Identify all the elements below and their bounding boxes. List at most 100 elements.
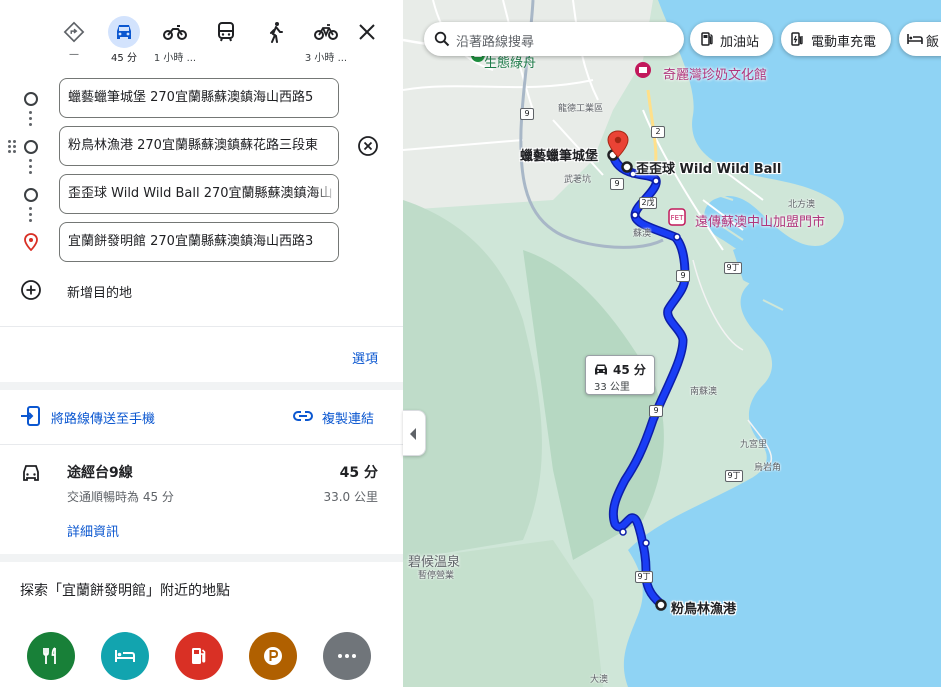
route-vertex: [673, 233, 681, 241]
close-icon: [359, 24, 375, 40]
road-shield: 9: [676, 270, 690, 282]
chip-ev-charging-label: 電動車充電: [811, 35, 877, 50]
waypoint-input[interactable]: 歪歪球 Wild Wild Ball 270宜蘭縣蘇澳鎮海山: [59, 174, 339, 214]
map-label-chimei[interactable]: 奇麗灣珍奶文化館: [663, 64, 767, 83]
parking-icon: [264, 647, 282, 665]
mode-best-label: —: [69, 49, 79, 60]
waypoint-circle-icon: [24, 92, 38, 106]
waypoint-input[interactable]: 蠟藝蠟筆城堡 270宜蘭縣蘇澳鎮海山西路5: [59, 78, 339, 118]
road-shield: 2: [651, 126, 665, 138]
waypoint-input[interactable]: 宜蘭餅發明館 270宜蘭縣蘇澳鎮海山西路3: [59, 222, 339, 262]
motorcycle-icon: [159, 16, 191, 48]
mode-cycling[interactable]: 3 小時 ...: [304, 12, 348, 64]
map-label-north-suao: 北方澳: [788, 200, 816, 210]
map-label-wild-ball[interactable]: 歪歪球 Wild Wild Ball: [636, 158, 781, 177]
route-vertex: [642, 539, 650, 547]
copy-link-button[interactable]: 複製連結: [292, 404, 402, 428]
waypoint-input[interactable]: 粉鳥林漁港 270宜蘭縣蘇澳鎮蘇花路三段東: [59, 126, 339, 166]
map-base: FET: [403, 0, 941, 687]
drag-handle-icon[interactable]: [8, 140, 18, 154]
walking-icon: [260, 16, 292, 48]
mode-best[interactable]: —: [52, 12, 96, 64]
mode-motorcycle-label: 1 小時 ...: [153, 53, 197, 64]
road-shield: 2戊: [639, 197, 657, 209]
close-directions-button[interactable]: [355, 20, 379, 44]
section-separator: [0, 554, 403, 562]
fenniao-stop-marker[interactable]: [655, 599, 667, 611]
route-vertex: [619, 528, 627, 536]
remove-waypoint-button[interactable]: [356, 134, 380, 158]
travel-mode-bar: — 45 分 1 小時 ... 3 小時 ...: [52, 12, 392, 68]
waypoint-row: 宜蘭餅發明館 270宜蘭縣蘇澳鎮海山西路3: [0, 222, 403, 266]
wild-ball-stop-marker[interactable]: [621, 161, 633, 173]
search-placeholder: 沿著路線搜尋: [456, 35, 535, 50]
map-label-far-eastern[interactable]: 遠傳蘇澳中山加盟門市: [695, 211, 825, 230]
category-restaurants-button[interactable]: [27, 632, 75, 680]
route-duration: 45 分: [339, 465, 378, 481]
route-duration-callout[interactable]: 45 分 33 公里: [585, 355, 655, 395]
gas-station-icon: [192, 648, 206, 664]
section-separator: [0, 382, 403, 390]
map-label-fenniao[interactable]: 粉鳥林漁港: [671, 598, 736, 617]
hotel-icon: [907, 34, 923, 44]
map-label-longde: 龍德工業區: [558, 104, 604, 114]
car-icon: [108, 16, 140, 48]
map-label-castle[interactable]: 蠟藝蠟筆城堡: [520, 145, 598, 164]
map-label-niaoshi: 烏岩角: [754, 463, 782, 473]
route-option[interactable]: 途經台9線 45 分 交通順暢時為 45 分 33.0 公里 詳細資訊: [0, 456, 403, 546]
mode-driving-label: 45 分: [111, 53, 137, 64]
collapse-panel-button[interactable]: [403, 410, 426, 456]
divider: [0, 444, 403, 445]
add-destination-label: 新增目的地: [67, 286, 133, 301]
map-canvas[interactable]: FET 生態綠舟 奇麗灣珍奶文化館 龍德工業區 蠟藝蠟筆城堡 歪歪球 Wild …: [403, 0, 941, 687]
options-button[interactable]: 選項: [352, 348, 378, 367]
share-row: 將路線傳送至手機 複製連結: [20, 404, 380, 430]
chip-gas-stations[interactable]: 加油站: [690, 22, 773, 56]
svg-text:FET: FET: [671, 214, 684, 222]
search-icon: [434, 31, 450, 47]
nearby-categories: [27, 632, 387, 682]
explore-nearby-title: 探索「宜蘭餅發明館」附近的地點: [20, 583, 230, 599]
map-label-bihou-status: 暫停營業: [418, 571, 455, 581]
category-gas-button[interactable]: [175, 632, 223, 680]
waypoint-circle-icon: [24, 140, 38, 154]
bicycle-icon: [310, 16, 342, 48]
chip-hotels[interactable]: 飯: [899, 22, 941, 56]
route-details-link[interactable]: 詳細資訊: [67, 521, 119, 540]
shop-marker-icon[interactable]: [635, 62, 651, 78]
mode-walking[interactable]: [254, 12, 298, 64]
category-hotels-button[interactable]: [101, 632, 149, 680]
close-circle-icon: [358, 136, 378, 156]
mode-motorcycle[interactable]: 1 小時 ...: [153, 12, 197, 64]
category-more-button[interactable]: [323, 632, 371, 680]
road-shield: 9: [649, 405, 663, 417]
category-parking-button[interactable]: [249, 632, 297, 680]
chevron-left-icon: [410, 428, 416, 440]
directions-icon: [58, 16, 90, 48]
chip-ev-charging[interactable]: 電動車充電: [781, 22, 891, 56]
road-shield: 9: [610, 178, 624, 190]
mode-cycling-label: 3 小時 ...: [304, 53, 348, 64]
route-traffic-note: 交通順暢時為 45 分: [67, 490, 174, 504]
search-along-route-input[interactable]: 沿著路線搜尋: [424, 22, 684, 56]
mode-driving[interactable]: 45 分: [102, 12, 146, 64]
waypoint-row: 蠟藝蠟筆城堡 270宜蘭縣蘇澳鎮海山西路5: [0, 78, 403, 122]
route-callout-time: 45 分: [613, 363, 646, 377]
transit-icon: [210, 16, 242, 48]
copy-link-label: 複製連結: [322, 412, 375, 427]
car-icon: [23, 465, 39, 481]
add-destination-button[interactable]: 新增目的地: [20, 279, 220, 303]
shop-marker-icon[interactable]: FET: [668, 208, 686, 226]
waypoint-row: 歪歪球 Wild Wild Ball 270宜蘭縣蘇澳鎮海山: [0, 174, 403, 218]
mode-transit[interactable]: [204, 12, 248, 64]
divider: [0, 326, 403, 327]
road-shield: 9: [520, 108, 534, 120]
map-label-daao: 大澳: [590, 675, 609, 685]
waypoint-circle-icon: [24, 188, 38, 202]
road-shield: 9丁: [635, 571, 653, 583]
route-distance: 33.0 公里: [323, 490, 378, 504]
waypoint-row: 粉鳥林漁港 270宜蘭縣蘇澳鎮蘇花路三段東: [0, 126, 403, 170]
road-shield: 9丁: [725, 470, 743, 482]
route-callout-distance: 33 公里: [594, 382, 630, 393]
directions-panel: — 45 分 1 小時 ... 3 小時 ... 蠟藝蠟筆城堡 270宜蘭縣蘇澳…: [0, 0, 403, 687]
